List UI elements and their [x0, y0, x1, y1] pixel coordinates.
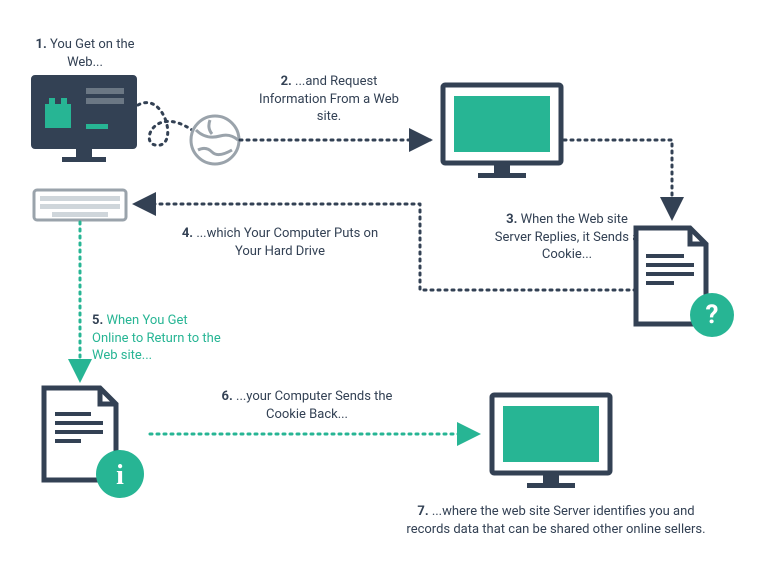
question-badge: ? — [706, 300, 719, 330]
cookie-document-icon: ? — [636, 228, 734, 337]
server-computer-bottom-icon — [492, 395, 610, 488]
step-7-caption: 7. ...where the web site Server identifi… — [406, 503, 706, 538]
info-badge: i — [116, 460, 124, 491]
step-5-caption: 5. When You Get Online to Return to the … — [92, 312, 222, 365]
keyboard-icon — [34, 190, 126, 220]
step-2-caption: 2. ...and Request Information From a Web… — [256, 73, 402, 126]
cookie-diagram: ? i 1. You Get on the Web... 2. ... — [0, 0, 760, 579]
stored-cookie-document-icon: i — [44, 388, 144, 498]
user-computer-icon — [33, 77, 135, 162]
server-computer-icon — [443, 85, 561, 178]
step-1-caption: 1. You Get on the Web... — [20, 36, 150, 71]
step-6-caption: 6. ...your Computer Sends the Cookie Bac… — [212, 388, 402, 423]
globe-icon — [191, 116, 239, 164]
step-3-caption: 3. When the Web site Server Replies, it … — [492, 211, 642, 264]
step-4-caption: 4. ...which Your Computer Puts on Your H… — [175, 225, 385, 260]
